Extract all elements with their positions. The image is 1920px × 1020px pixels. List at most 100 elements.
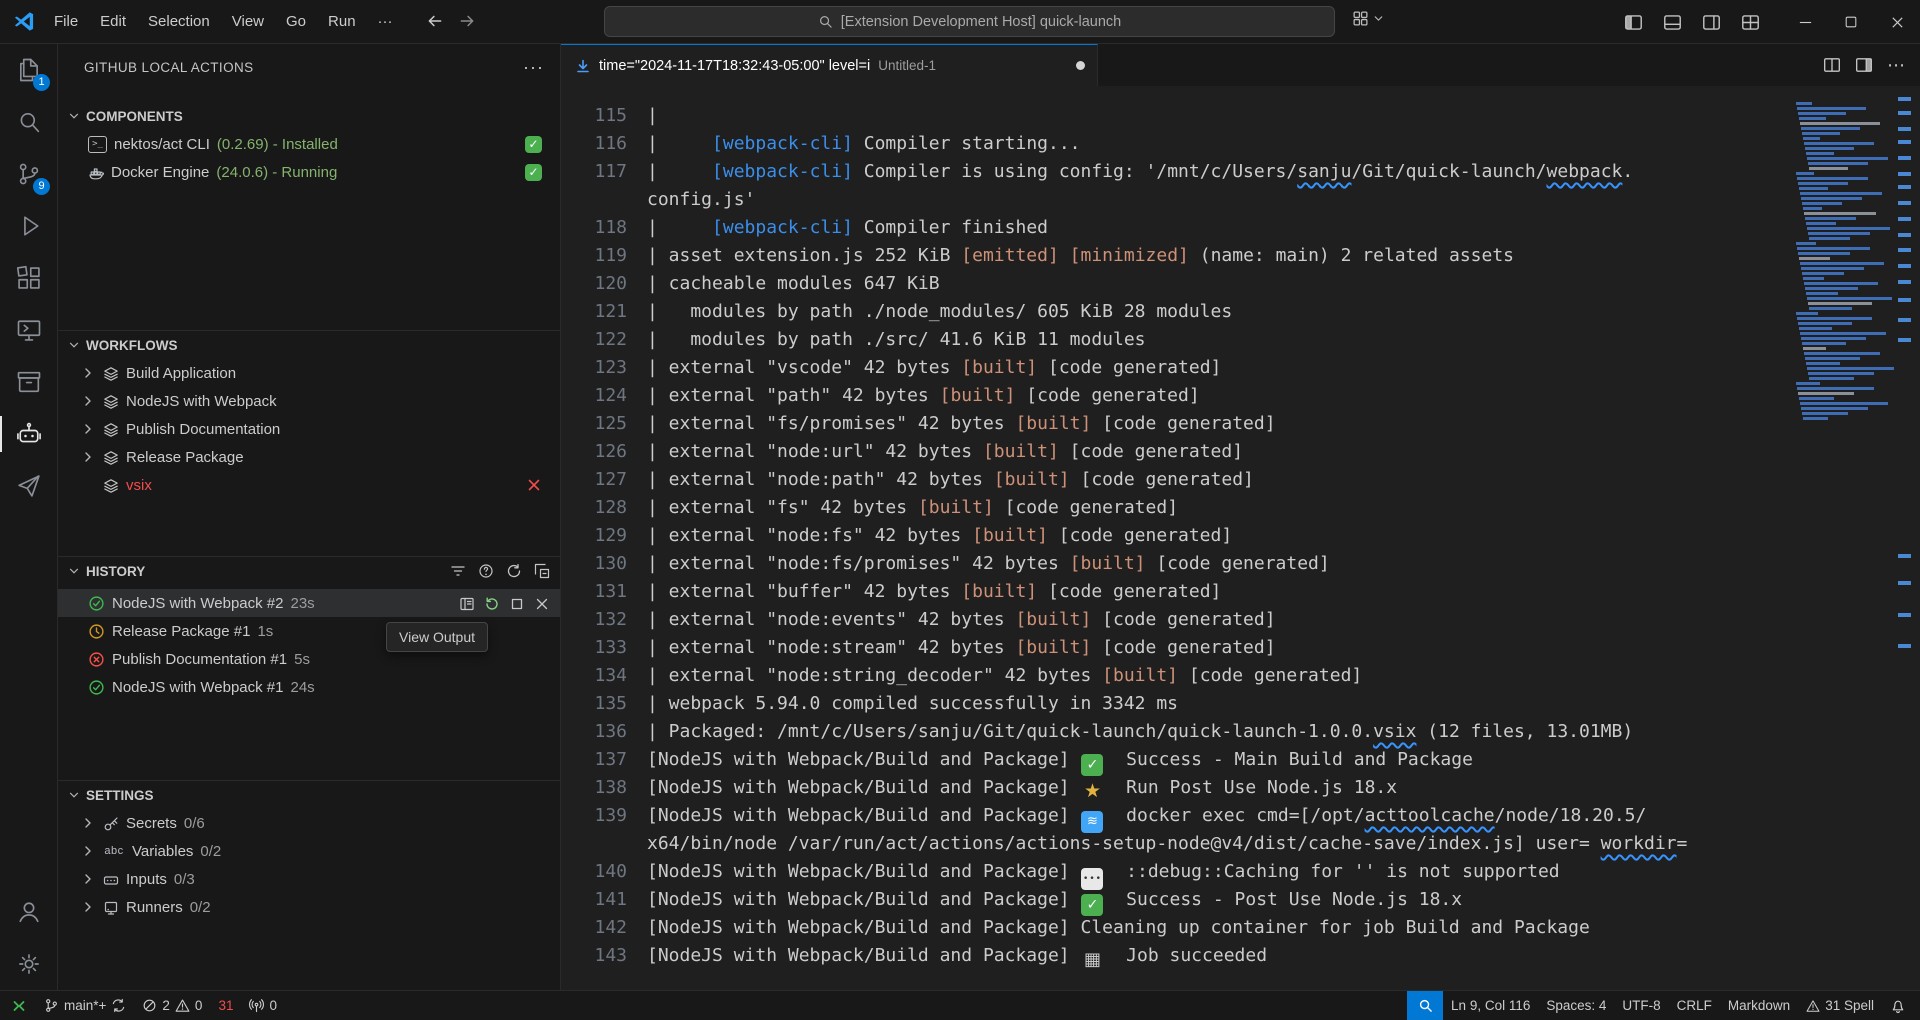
collapse-all-icon[interactable] (534, 563, 550, 579)
code-line[interactable]: 129| external "node:fs" 42 bytes [built]… (561, 522, 1793, 550)
setting-item[interactable]: Secrets 0/6 (58, 809, 560, 837)
minimap[interactable] (1793, 86, 1892, 990)
cursor-position-item[interactable]: Ln 9, Col 116 (1443, 991, 1538, 1020)
toggle-secondary-sidebar-icon[interactable] (1702, 13, 1721, 32)
code-line[interactable]: 127| external "node:path" 42 bytes [buil… (561, 466, 1793, 494)
code-line[interactable]: 143[NodeJS with Webpack/Build and Packag… (561, 942, 1793, 970)
indentation-item[interactable]: Spaces: 4 (1538, 991, 1614, 1020)
git-branch-item[interactable]: main*+ (36, 991, 134, 1020)
menu-edit[interactable]: Edit (89, 7, 137, 37)
explorer-icon[interactable]: 1 (0, 44, 57, 96)
chevron-right-icon[interactable] (80, 899, 96, 915)
workflow-item[interactable]: vsix (58, 471, 560, 499)
maximize-button[interactable] (1828, 0, 1874, 44)
setting-item[interactable]: Inputs 0/3 (58, 865, 560, 893)
menu-selection[interactable]: Selection (137, 7, 221, 37)
history-item[interactable]: NodeJS with Webpack #2 23s (58, 589, 560, 617)
chevron-right-icon[interactable] (80, 449, 96, 465)
menu-[interactable]: ··· (367, 7, 404, 37)
menu-run[interactable]: Run (317, 7, 367, 37)
chevron-right-icon[interactable] (80, 393, 96, 409)
code-line[interactable]: 118| [webpack-cli] Compiler finished (561, 214, 1793, 242)
close-button[interactable] (1874, 0, 1920, 44)
code-line[interactable]: 116| [webpack-cli] Compiler starting... (561, 130, 1793, 158)
code-line[interactable]: 136| Packaged: /mnt/c/Users/sanju/Git/qu… (561, 718, 1793, 746)
split-editor-icon[interactable] (1823, 56, 1841, 74)
extensions-icon[interactable] (0, 252, 57, 304)
code-line[interactable]: 126| external "node:url" 42 bytes [built… (561, 438, 1793, 466)
code-line[interactable]: 138[NodeJS with Webpack/Build and Packag… (561, 774, 1793, 802)
code-line[interactable]: 123| external "vscode" 42 bytes [built] … (561, 354, 1793, 382)
language-mode-item[interactable]: Markdown (1720, 991, 1798, 1020)
code-line[interactable]: 120| cacheable modules 647 KiB (561, 270, 1793, 298)
code-line[interactable]: 141[NodeJS with Webpack/Build and Packag… (561, 886, 1793, 914)
notifications-bell-icon[interactable] (1882, 991, 1920, 1020)
problems-item[interactable]: 2 0 (134, 991, 210, 1020)
code-line[interactable]: 132| external "node:events" 42 bytes [bu… (561, 606, 1793, 634)
more-actions-icon[interactable]: ⋯ (1887, 55, 1906, 76)
code-line[interactable]: 140[NodeJS with Webpack/Build and Packag… (561, 858, 1793, 886)
chevron-right-icon[interactable] (80, 365, 96, 381)
forward-arrow-icon[interactable] (458, 12, 476, 30)
customize-layout-icon[interactable] (1741, 13, 1760, 32)
code-line[interactable]: x64/bin/node /var/run/act/actions/action… (561, 830, 1793, 858)
workflow-item[interactable]: Release Package (58, 443, 560, 471)
chevron-right-icon[interactable] (80, 871, 96, 887)
settings-header[interactable]: SETTINGS (58, 781, 560, 809)
filter-icon[interactable] (450, 563, 466, 579)
back-arrow-icon[interactable] (426, 12, 444, 30)
workflow-item[interactable]: Publish Documentation (58, 415, 560, 443)
screencast-zoom-item[interactable] (1407, 991, 1443, 1020)
component-item[interactable]: Docker Engine (24.0.6) - Running ✓ (58, 158, 560, 186)
editor-layout-icon[interactable] (1855, 56, 1873, 74)
remote-indicator-icon[interactable] (0, 991, 36, 1020)
code-line[interactable]: 142[NodeJS with Webpack/Build and Packag… (561, 914, 1793, 942)
code-line[interactable]: 128| external "fs" 42 bytes [built] [cod… (561, 494, 1793, 522)
stop-icon[interactable] (509, 594, 525, 611)
modified-dot-icon[interactable] (1076, 61, 1085, 70)
view-output-icon[interactable] (459, 594, 475, 611)
spell-error-count[interactable]: 31 (210, 991, 241, 1020)
tab-untitled-1[interactable]: time="2024-11-17T18:32:43-05:00" level=i… (561, 44, 1098, 86)
chevron-right-icon[interactable] (80, 843, 96, 859)
code-line[interactable]: 121| modules by path ./node_modules/ 605… (561, 298, 1793, 326)
chevron-right-icon[interactable] (80, 815, 96, 831)
history-header[interactable]: HISTORY (58, 557, 560, 585)
editor[interactable]: 115|116| [webpack-cli] Compiler starting… (561, 86, 1920, 990)
code-line[interactable]: 119| asset extension.js 252 KiB [emitted… (561, 242, 1793, 270)
publish-icon[interactable] (0, 460, 57, 512)
components-header[interactable]: COMPONENTS (58, 102, 560, 130)
dismiss-icon[interactable] (534, 594, 550, 611)
code-line[interactable]: 131| external "buffer" 42 bytes [built] … (561, 578, 1793, 606)
code-line[interactable]: 137[NodeJS with Webpack/Build and Packag… (561, 746, 1793, 774)
rerun-icon[interactable] (484, 594, 500, 611)
containers-icon[interactable] (0, 356, 57, 408)
menu-go[interactable]: Go (275, 7, 317, 37)
ports-item[interactable]: 0 (241, 991, 285, 1020)
menu-file[interactable]: File (43, 7, 89, 37)
history-item[interactable]: NodeJS with Webpack #1 24s (58, 673, 560, 701)
code-line[interactable]: 115| (561, 102, 1793, 130)
spell-checker-item[interactable]: 31 Spell (1798, 991, 1882, 1020)
workflow-item[interactable]: Build Application (58, 359, 560, 387)
code-line[interactable]: 134| external "node:string_decoder" 42 b… (561, 662, 1793, 690)
chevron-right-icon[interactable] (80, 421, 96, 437)
code-line[interactable]: 117| [webpack-cli] Compiler is using con… (561, 158, 1793, 186)
code-line[interactable]: config.js' (561, 186, 1793, 214)
code-line[interactable]: 139[NodeJS with Webpack/Build and Packag… (561, 802, 1793, 830)
code-line[interactable]: 122| modules by path ./src/ 41.6 KiB 11 … (561, 326, 1793, 354)
workflow-item[interactable]: NodeJS with Webpack (58, 387, 560, 415)
setting-item[interactable]: Runners 0/2 (58, 893, 560, 921)
code-line[interactable]: 125| external "fs/promises" 42 bytes [bu… (561, 410, 1793, 438)
remote-explorer-icon[interactable] (0, 304, 57, 356)
run-debug-icon[interactable] (0, 200, 57, 252)
menu-view[interactable]: View (221, 7, 275, 37)
command-center-search[interactable]: [Extension Development Host] quick-launc… (604, 6, 1335, 37)
code-line[interactable]: 133| external "node:stream" 42 bytes [bu… (561, 634, 1793, 662)
settings-gear-icon[interactable] (0, 938, 57, 990)
toggle-panel-icon[interactable] (1663, 13, 1682, 32)
accounts-icon[interactable] (0, 886, 57, 938)
profile-layout-control[interactable] (1352, 10, 1385, 27)
component-item[interactable]: >_nektos/act CLI (0.2.69) - Installed ✓ (58, 130, 560, 158)
minimize-button[interactable] (1782, 0, 1828, 44)
